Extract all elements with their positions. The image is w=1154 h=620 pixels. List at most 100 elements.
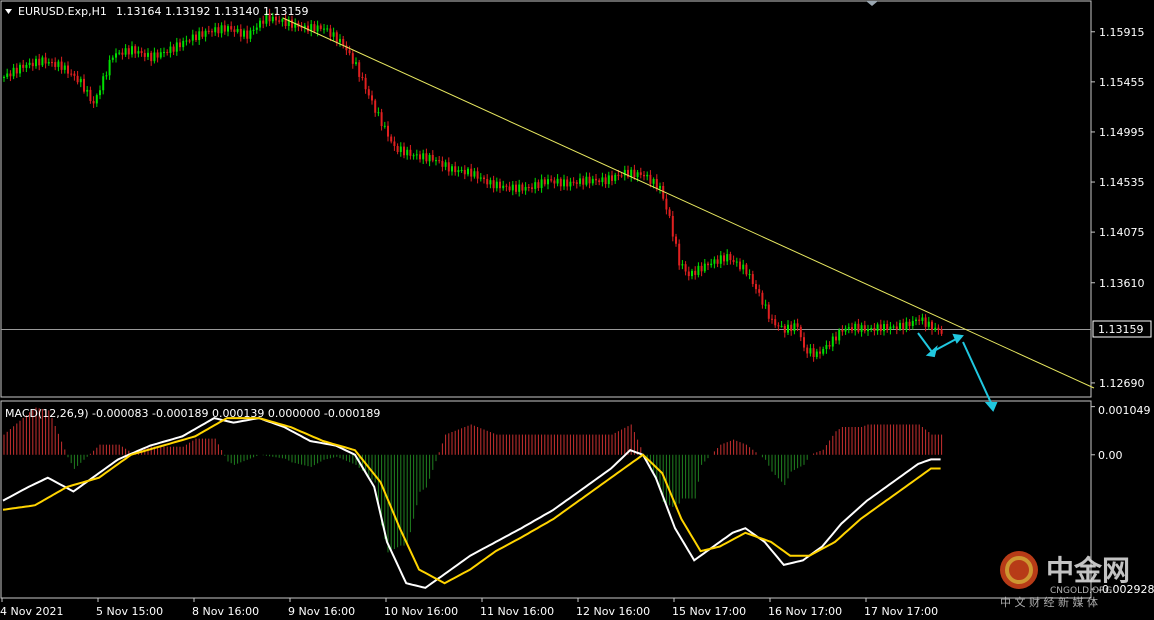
candle-body xyxy=(934,327,937,330)
candle xyxy=(396,143,399,155)
candle xyxy=(793,319,796,335)
candle xyxy=(579,173,581,187)
candle xyxy=(393,136,396,151)
candle xyxy=(598,178,601,186)
candle-body xyxy=(419,154,421,160)
candle xyxy=(105,71,108,80)
candle xyxy=(508,181,511,193)
candle xyxy=(828,341,831,350)
candle xyxy=(492,175,495,193)
candle xyxy=(390,134,393,144)
candle xyxy=(409,144,412,160)
candle-body xyxy=(719,255,722,264)
candle xyxy=(758,284,761,297)
candle xyxy=(601,172,604,187)
candle xyxy=(86,86,89,97)
candle xyxy=(697,262,700,278)
candle xyxy=(854,321,857,336)
candle xyxy=(99,85,101,100)
svg-text:1.13159: 1.13159 xyxy=(1098,323,1144,336)
candle-body xyxy=(796,323,799,327)
candle-body xyxy=(204,30,207,37)
candle-body xyxy=(678,243,681,266)
candle-body xyxy=(89,89,92,102)
candle-body xyxy=(745,264,748,275)
candle xyxy=(457,166,460,177)
macd-signal-line xyxy=(2,417,941,585)
candle-body xyxy=(563,179,565,187)
candle-body xyxy=(60,61,63,70)
candle-body xyxy=(735,261,738,263)
candle-body xyxy=(556,178,559,184)
candle-body xyxy=(892,326,895,328)
candle xyxy=(908,319,911,331)
candle-body xyxy=(479,177,482,179)
candle xyxy=(281,17,284,27)
candle xyxy=(735,257,738,267)
candle-body xyxy=(227,26,229,32)
candle-body xyxy=(147,52,149,57)
candle xyxy=(668,207,671,219)
current-price-line xyxy=(1,329,1091,330)
watermark-tagline: 中 文 财 经 新 媒 体 xyxy=(1000,595,1098,609)
candle-body xyxy=(649,174,652,184)
candle xyxy=(230,21,233,32)
candle xyxy=(694,266,697,280)
candle-body xyxy=(540,179,543,189)
candle xyxy=(812,343,815,362)
candle-body xyxy=(684,264,687,272)
downtrend-line[interactable] xyxy=(282,17,1095,389)
candle-body xyxy=(230,26,233,30)
candle-body xyxy=(758,289,761,293)
candle xyxy=(115,48,117,63)
candle-body xyxy=(185,40,188,42)
candle-body xyxy=(166,51,169,53)
candle-body xyxy=(931,321,933,330)
candle xyxy=(745,262,748,277)
candle xyxy=(361,72,364,81)
price-tick-label: 1.15915 xyxy=(1099,26,1145,39)
candle-body xyxy=(246,30,249,39)
candle xyxy=(188,38,191,44)
candle-body xyxy=(601,177,604,183)
candle-body xyxy=(211,31,213,33)
candle-body xyxy=(550,179,553,181)
candle xyxy=(383,121,386,129)
candle xyxy=(6,68,9,80)
candle-body xyxy=(921,317,924,321)
candle xyxy=(217,23,220,38)
chart-shift-icon[interactable] xyxy=(866,1,878,6)
candle xyxy=(108,55,111,80)
candle xyxy=(710,258,713,268)
candle-body xyxy=(524,186,527,191)
chart-menu-icon[interactable] xyxy=(5,9,12,14)
candle-body xyxy=(508,186,511,191)
candle-body xyxy=(92,101,95,104)
candle-body xyxy=(543,179,546,185)
candle xyxy=(918,315,921,325)
macd-panel-frame xyxy=(0,400,1092,599)
candle-body xyxy=(41,57,44,66)
candle-body xyxy=(371,95,373,101)
candle-body xyxy=(175,42,178,52)
candle xyxy=(463,165,466,180)
candle-body xyxy=(665,198,668,210)
candle xyxy=(489,177,492,189)
macd-tick-label: 0.001049 xyxy=(1098,404,1151,417)
candle-body xyxy=(671,215,674,237)
candle xyxy=(547,174,549,190)
candle-body xyxy=(291,19,293,28)
candle xyxy=(659,182,661,194)
candle-body xyxy=(79,78,82,83)
candle xyxy=(41,55,44,68)
candle-body xyxy=(559,178,562,187)
candle-body xyxy=(764,304,767,306)
macd-histogram xyxy=(3,407,943,553)
candle xyxy=(166,49,169,56)
candle xyxy=(467,167,469,177)
candle xyxy=(399,142,402,157)
candle xyxy=(147,48,149,61)
candle-body xyxy=(393,141,396,147)
price-tick-label: 1.14995 xyxy=(1099,126,1145,139)
candle xyxy=(47,58,50,66)
